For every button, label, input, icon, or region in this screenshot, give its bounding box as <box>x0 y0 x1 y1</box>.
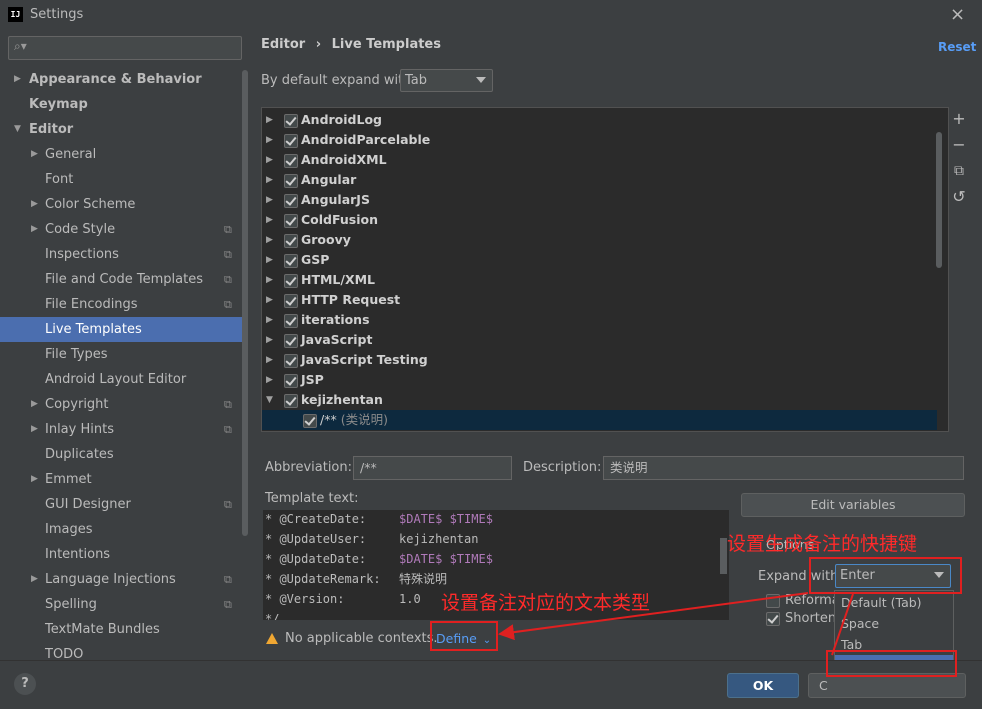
arrow-to-define <box>498 592 809 641</box>
annotation-arrows <box>498 592 854 656</box>
arrow-to-enter <box>831 593 854 656</box>
